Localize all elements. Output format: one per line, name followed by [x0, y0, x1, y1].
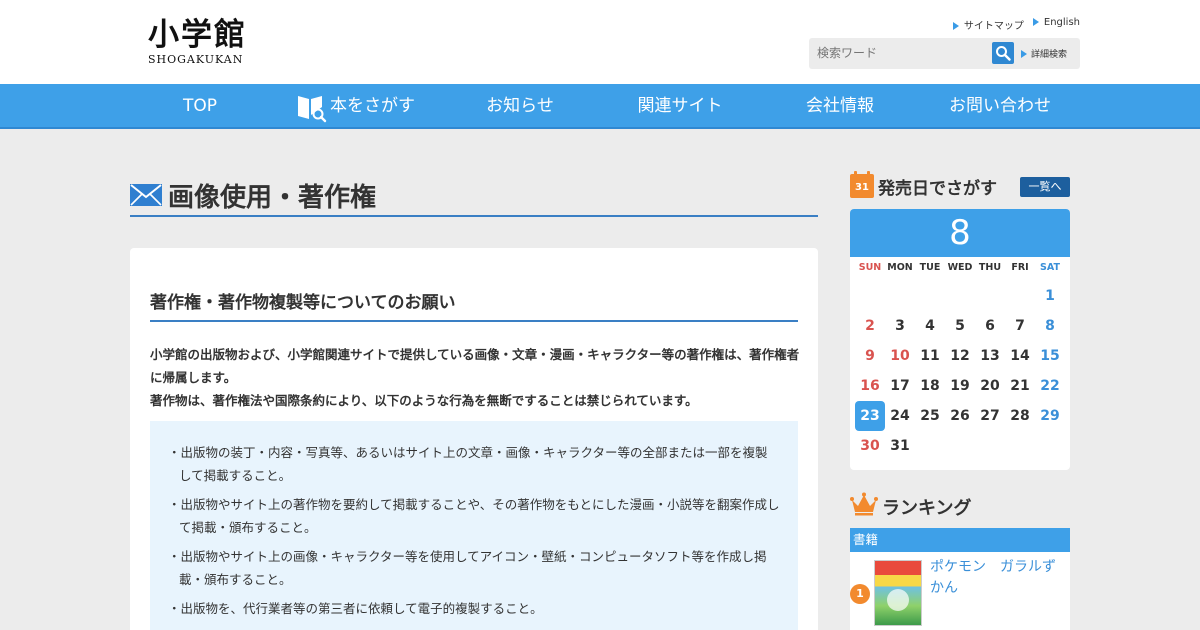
sitemap-link[interactable]: サイトマップ [952, 17, 1024, 32]
calendar-day[interactable]: 3 [885, 311, 915, 341]
calendar-day[interactable]: 4 [915, 311, 945, 341]
notice-item: ・出版物やサイト上の画像・キャラクター等を使用してアイコン・壁紙・コンピュータソ… [168, 549, 767, 587]
notice-box: ・出版物の装丁・内容・写真等、あるいはサイト上の文章・画像・キャラクター等の全部… [150, 421, 798, 630]
advanced-search-link[interactable]: 詳細検索 [1021, 47, 1067, 60]
calendar-day[interactable]: 26 [945, 401, 975, 431]
calendar-day[interactable]: 12 [945, 341, 975, 371]
nav-contact[interactable]: お問い合わせ [920, 84, 1080, 129]
header-links: サイトマップ English [952, 17, 1080, 32]
search-bar: 詳細検索 [809, 38, 1080, 69]
calendar-day[interactable]: 16 [855, 371, 885, 401]
calendar-day[interactable]: 24 [885, 401, 915, 431]
logo-en: SHOGAKUKAN [148, 53, 244, 66]
nav-top[interactable]: TOP [120, 84, 280, 129]
search-icon [996, 46, 1011, 61]
advanced-search-label: 詳細検索 [1031, 50, 1068, 60]
release-calendar-header: 31 発売日でさがす 一覧へ [850, 171, 1070, 203]
english-link[interactable]: English [1032, 17, 1080, 32]
nav-company[interactable]: 会社情報 [760, 84, 920, 129]
section-title: 著作権・著作物複製等についてのお願い [150, 288, 798, 322]
ranking-header: ランキング [850, 490, 1070, 520]
notice-list: ・出版物の装丁・内容・写真等、あるいはサイト上の文章・画像・キャラクター等の全部… [168, 441, 780, 626]
triangle-right-icon [952, 22, 959, 30]
calendar-month: 8 [850, 209, 1070, 257]
ranking-title: ランキング [882, 498, 972, 519]
page-title: 画像使用・著作権 [168, 183, 377, 213]
calendar-day[interactable]: 20 [975, 371, 1005, 401]
search-button[interactable] [992, 42, 1014, 64]
intro-line: 小学館の出版物および、小学館関連サイトで提供している画像・文章・漫画・キャラクタ… [150, 347, 800, 385]
release-calendar: 8 SUN MON TUE WED THU FRI SAT 1 2 3 4 5 6 7 8 9 10 11 12 13… [850, 209, 1070, 470]
calendar-day[interactable]: 5 [945, 311, 975, 341]
nav-find-books[interactable]: 本をさがす [330, 84, 426, 129]
triangle-right-icon [1032, 18, 1039, 26]
calendar-day[interactable]: 15 [1035, 341, 1065, 371]
calendar-day-today[interactable]: 23 [855, 401, 885, 431]
notice-item: ・出版物やサイト上の著作物を要約して掲載することや、その著作物をもとにした漫画・… [168, 497, 780, 535]
calendar-day[interactable]: 31 [885, 431, 915, 461]
content-card: 著作権・著作物複製等についてのお願い 小学館の出版物および、小学館関連サイトで提… [130, 248, 818, 630]
crown-icon [850, 492, 878, 516]
calendar-day[interactable]: 27 [975, 401, 1005, 431]
calendar-day[interactable]: 1 [1035, 281, 1065, 311]
global-nav: TOP 本をさがす お知らせ 関連サイト 会社情報 お問い合わせ [0, 84, 1200, 129]
calendar-day[interactable]: 30 [855, 431, 885, 461]
calendar-list-button[interactable]: 一覧へ [1020, 177, 1070, 197]
intro-line: 著作物は、著作権法や国際条約により、以下のような行為を無断ですることは禁じられて… [150, 393, 698, 408]
weekday-label: TUE [919, 262, 941, 273]
notice-item: ・出版物の装丁・内容・写真等、あるいはサイト上の文章・画像・キャラクター等の全部… [168, 445, 768, 483]
calendar-icon: 31 [850, 171, 874, 198]
weekday-label: SUN [858, 262, 882, 273]
notice-item: ・出版物を、代行業者等の第三者に依頼して電子的複製すること。 [168, 601, 543, 616]
calendar-day[interactable]: 18 [915, 371, 945, 401]
intro-text: 小学館の出版物および、小学館関連サイトで提供している画像・文章・漫画・キャラクタ… [150, 343, 800, 412]
nav-news[interactable]: お知らせ [440, 84, 600, 129]
calendar-day[interactable]: 19 [945, 371, 975, 401]
book-search-icon [298, 96, 327, 123]
calendar-day[interactable]: 21 [1005, 371, 1035, 401]
weekday-label: MON [887, 262, 913, 273]
calendar-day[interactable]: 10 [885, 341, 915, 371]
weekday-label: WED [947, 262, 973, 273]
calendar-day[interactable]: 2 [855, 311, 885, 341]
nav-related-sites[interactable]: 関連サイト [600, 84, 760, 129]
calendar-day[interactable]: 14 [1005, 341, 1035, 371]
calendar-day[interactable]: 9 [855, 341, 885, 371]
calendar-day[interactable]: 17 [885, 371, 915, 401]
site-logo[interactable]: 小学館 SHOGAKUKAN [148, 18, 258, 66]
calendar-day[interactable]: 7 [1005, 311, 1035, 341]
calendar-day[interactable]: 25 [915, 401, 945, 431]
calendar-day[interactable]: 29 [1035, 401, 1065, 431]
ranking-item[interactable]: 1 ポケモン ガラルずかん [850, 552, 1070, 630]
page-heading: 画像使用・著作権 [130, 175, 818, 217]
site-header: 小学館 SHOGAKUKAN サイトマップ English 詳細検索 [0, 0, 1200, 84]
calendar-day[interactable]: 28 [1005, 401, 1035, 431]
book-cover-image[interactable] [874, 560, 922, 626]
calendar-title: 発売日でさがす [878, 179, 997, 199]
weekday-label: FRI [1011, 262, 1029, 273]
search-input[interactable] [815, 42, 993, 64]
weekday-label: THU [978, 262, 1002, 273]
calendar-day[interactable]: 6 [975, 311, 1005, 341]
calendar-day[interactable]: 22 [1035, 371, 1065, 401]
rank-number: 1 [850, 584, 870, 604]
ranking-tab-books[interactable]: 書籍 [850, 528, 1070, 552]
calendar-day[interactable]: 8 [1035, 311, 1065, 341]
english-label: English [1043, 17, 1080, 28]
mail-icon [130, 184, 162, 206]
sitemap-label: サイトマップ [963, 21, 1024, 32]
triangle-right-icon [1021, 50, 1027, 58]
weekday-label: SAT [1040, 262, 1060, 273]
logo-jp: 小学館 [148, 17, 247, 53]
calendar-day[interactable]: 11 [915, 341, 945, 371]
rank-book-title[interactable]: ポケモン ガラルずかん [930, 557, 1065, 599]
calendar-day[interactable]: 13 [975, 341, 1005, 371]
